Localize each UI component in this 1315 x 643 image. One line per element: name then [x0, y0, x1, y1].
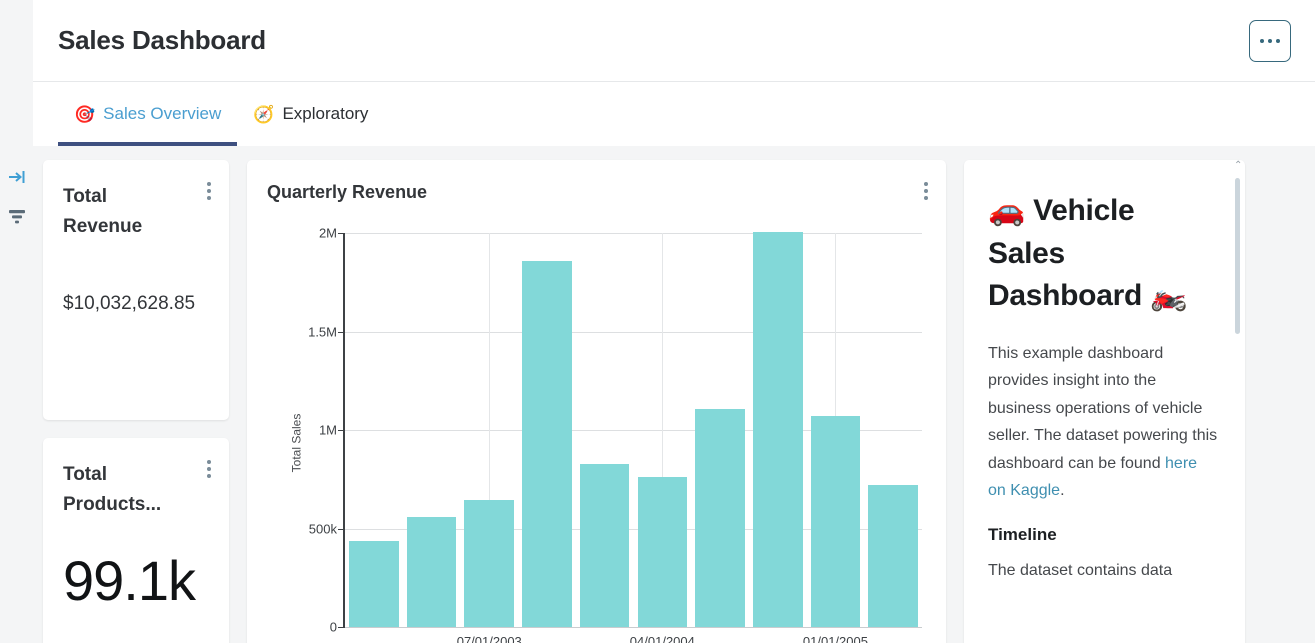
chart-y-tick-label: 1.5M	[308, 324, 337, 339]
kebab-menu-icon[interactable]	[924, 182, 928, 200]
chart-y-tick-label: 500k	[309, 521, 337, 536]
doc-paragraph-tail: .	[1060, 482, 1064, 499]
chart-x-tick-label: 01/01/2005	[803, 634, 868, 643]
dashboard-app: Sales Dashboard 🎯 Sales Overview 🧭 Explo…	[0, 0, 1315, 643]
ellipsis-horizontal-icon	[1276, 39, 1280, 43]
chart-y-tick-mark	[338, 332, 345, 333]
expand-panel-arrow-icon[interactable]	[6, 166, 28, 188]
chart-plot[interactable]: 0500k1M1.5M2M07/01/200304/01/200401/01/2…	[343, 233, 922, 627]
scroll-up-caret-icon[interactable]: ⌃	[1234, 162, 1241, 170]
text-panel-about: 🚗 Vehicle Sales Dashboard 🏍️ This exampl…	[964, 160, 1245, 643]
kpi-card-total-revenue: Total Revenue $10,032,628.85	[43, 160, 229, 420]
kpi-card-total-products: Total Products... 99.1k	[43, 438, 229, 643]
chart-bar[interactable]	[522, 261, 572, 627]
header-options-button[interactable]	[1249, 20, 1291, 62]
tab-sales-overview-label: Sales Overview	[103, 104, 221, 124]
dart-target-icon: 🎯	[74, 106, 95, 123]
scrollbar-thumb[interactable]	[1235, 178, 1240, 334]
ellipsis-horizontal-icon	[1260, 39, 1264, 43]
chart-gridline	[345, 627, 922, 628]
kpi-column: Total Revenue $10,032,628.85 Total Produ…	[43, 160, 229, 643]
chart-bar[interactable]	[695, 409, 745, 627]
chart-bar[interactable]	[753, 232, 803, 627]
chart-bar[interactable]	[580, 464, 630, 628]
chart-bar[interactable]	[349, 541, 399, 627]
filter-funnel-icon[interactable]	[6, 206, 28, 228]
body-area: Total Revenue $10,032,628.85 Total Produ…	[0, 146, 1315, 643]
tab-sales-overview[interactable]: 🎯 Sales Overview	[58, 82, 237, 146]
chart-bar[interactable]	[638, 477, 688, 627]
doc-title: 🚗 Vehicle Sales Dashboard 🏍️	[988, 190, 1219, 318]
left-rail	[0, 146, 33, 643]
chart-y-axis-title: Total Sales	[289, 414, 303, 473]
doc-paragraph-lead: This example dashboard provides insight …	[988, 345, 1217, 472]
doc-section-paragraph: The dataset contains data	[988, 557, 1219, 585]
chart-bar[interactable]	[868, 485, 918, 627]
tab-exploratory-label: Exploratory	[282, 104, 368, 124]
kpi-value: $10,032,628.85	[63, 293, 209, 315]
text-panel-scrollbar[interactable]: ⌃	[1234, 160, 1241, 643]
page-title: Sales Dashboard	[58, 25, 266, 56]
kebab-menu-icon[interactable]	[207, 182, 211, 200]
chart-bar[interactable]	[811, 416, 861, 627]
chart-y-tick-mark	[338, 627, 345, 628]
ellipsis-horizontal-icon	[1268, 39, 1272, 43]
chart-bar[interactable]	[464, 500, 514, 627]
chart-y-tick-label: 2M	[319, 226, 337, 241]
kpi-title: Total Revenue	[63, 182, 173, 243]
header-bar: Sales Dashboard	[33, 0, 1315, 81]
compass-icon: 🧭	[253, 106, 274, 123]
chart-x-tick-label: 04/01/2004	[630, 634, 695, 643]
kebab-menu-icon[interactable]	[207, 460, 211, 478]
chart-panel-quarterly-revenue: Quarterly Revenue Total Sales 0500k1M1.5…	[247, 160, 946, 643]
tab-exploratory[interactable]: 🧭 Exploratory	[237, 82, 384, 146]
chart-y-tick-mark	[338, 529, 345, 530]
chart-y-tick-mark	[338, 430, 345, 431]
chart-x-tick-label: 07/01/2003	[457, 634, 522, 643]
chart-plot-area: Total Sales 0500k1M1.5M2M07/01/200304/01…	[267, 233, 922, 643]
chart-y-tick-label: 1M	[319, 423, 337, 438]
chart-y-tick-mark	[338, 233, 345, 234]
doc-section-heading: Timeline	[988, 525, 1219, 545]
chart-title: Quarterly Revenue	[267, 182, 922, 203]
kpi-value: 99.1k	[63, 553, 209, 609]
chart-bar[interactable]	[407, 517, 457, 627]
doc-paragraph: This example dashboard provides insight …	[988, 340, 1219, 505]
tab-bar: 🎯 Sales Overview 🧭 Exploratory	[33, 81, 1315, 146]
dashboard-canvas: Total Revenue $10,032,628.85 Total Produ…	[33, 146, 1315, 643]
kpi-title: Total Products...	[63, 460, 173, 521]
chart-y-tick-label: 0	[330, 620, 337, 635]
